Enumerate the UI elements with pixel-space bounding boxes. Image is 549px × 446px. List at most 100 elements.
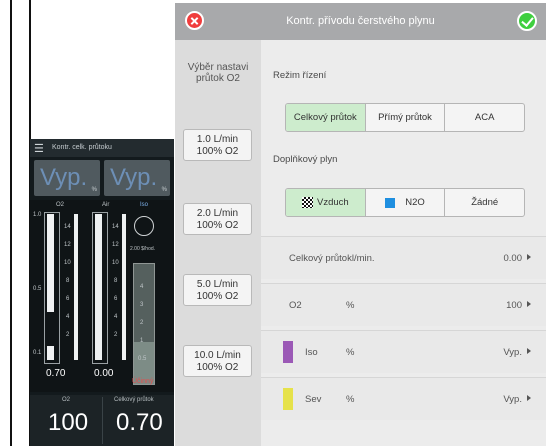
air-scale-track	[122, 214, 126, 360]
preset-panel-title-line: průtok O2	[196, 73, 240, 84]
gauge-label: 2.00 $/hod.	[130, 246, 156, 252]
agent-left-unit: %	[91, 187, 97, 193]
o2-flow-black	[47, 312, 54, 346]
menu-icon[interactable]: ☰	[34, 142, 44, 155]
control-mode-selector: Celkový průtok Přímý průtok ACA	[285, 103, 525, 132]
cost-gauge-icon	[134, 216, 154, 236]
o2-tick-12: 12	[64, 242, 71, 248]
agent-left-value: Vyp.	[40, 164, 88, 191]
gas-n2o-label: N2O	[405, 197, 425, 208]
mode-direct-flow[interactable]: Přímý průtok	[366, 104, 446, 131]
chevron-right-icon	[527, 301, 531, 307]
iso-color-swatch	[283, 341, 293, 363]
sev-color-swatch	[283, 388, 293, 410]
iso-status: Účinný	[132, 378, 154, 385]
preset-button-2[interactable]: 2.0 L/min 100% O2	[183, 203, 252, 235]
footer-o2-value: 100	[48, 409, 89, 436]
chevron-right-icon	[527, 348, 531, 354]
flowmeter-area: O2 Air Iso 1.0 0.5 0.1 14 12 10 8 6 4 2 …	[30, 200, 174, 392]
gas-air[interactable]: Vzduch	[286, 189, 366, 216]
iso-vaporizer-bar	[133, 263, 155, 385]
mode-aca[interactable]: ACA	[445, 104, 524, 131]
iso-tick-4: 4	[140, 284, 144, 290]
n2o-color-icon	[385, 197, 396, 208]
iso-row[interactable]: Iso % Vyp.	[261, 330, 546, 373]
air-pattern-icon	[301, 197, 313, 208]
fresh-gas-dialog: Kontr. přívodu čerstvého plynu Výběr nas…	[175, 3, 546, 446]
row-value: 100	[506, 300, 522, 311]
monitor-footer: O2 100 Celkový průtok 0.70	[30, 395, 174, 446]
air-tick-8: 8	[114, 278, 118, 284]
o2-row[interactable]: O2 % 100	[261, 283, 546, 326]
chevron-right-icon	[527, 254, 531, 260]
gas-n2o[interactable]: N2O	[366, 189, 446, 216]
preset-o2: 100% O2	[196, 362, 239, 373]
preset-button-1[interactable]: 1.0 L/min 100% O2	[183, 129, 252, 161]
row-unit: %	[346, 300, 355, 311]
o2-tick-6: 6	[66, 296, 70, 302]
row-value: Vyp.	[503, 394, 522, 405]
o2-scale-track	[74, 214, 78, 360]
row-unit: %	[346, 394, 355, 405]
scale-left-1: 1.0	[33, 212, 42, 218]
iso-label: Iso	[140, 202, 149, 208]
preset-panel: Výběr nastavi průtok O2 1.0 L/min 100% O2…	[175, 40, 261, 446]
preset-button-3[interactable]: 5.0 L/min 100% O2	[183, 274, 252, 306]
scale-left-05: 0.5	[33, 286, 42, 292]
preset-o2: 100% O2	[196, 291, 239, 302]
row-value: Vyp.	[503, 347, 522, 358]
row-label: O2	[289, 300, 302, 311]
confirm-icon[interactable]	[517, 11, 537, 31]
footer-divider	[102, 397, 103, 444]
sev-row[interactable]: Sev % Vyp.	[261, 377, 546, 420]
iso-tick-3: 3	[140, 302, 144, 308]
air-tick-10: 10	[112, 260, 119, 266]
preset-o2: 100% O2	[196, 146, 239, 157]
air-tick-14: 14	[112, 224, 119, 230]
total-flow-row[interactable]: Celkový průtokl/min. 0.00	[261, 236, 546, 279]
preset-flow: 5.0 L/min	[196, 279, 239, 290]
row-unit: %	[346, 347, 355, 358]
preset-button-4[interactable]: 10.0 L/min 100% O2	[183, 345, 252, 377]
o2-tick-2: 2	[66, 332, 70, 338]
preset-panel-title-line: Výběr nastavi	[187, 62, 249, 73]
footer-total-label: Celkový průtok	[114, 397, 154, 403]
o2-tick-4: 4	[66, 314, 70, 320]
dialog-title: Kontr. přívodu čerstvého plynu	[286, 15, 435, 27]
monitor-header: ☰ Kontr. celk. průtoku	[30, 139, 174, 157]
preset-panel-title: Výběr nastavi průtok O2	[175, 62, 261, 84]
preset-flow: 2.0 L/min	[196, 208, 239, 219]
o2-label: O2	[56, 202, 65, 208]
row-label: Iso	[305, 347, 318, 358]
dialog-header: Kontr. přívodu čerstvého plynu	[175, 3, 546, 40]
iso-tick-05: 0.5	[138, 356, 147, 362]
chevron-right-icon	[527, 395, 531, 401]
preset-flow: 1.0 L/min	[196, 134, 239, 145]
control-mode-label: Režim řízení	[273, 70, 327, 81]
agent-left-box[interactable]: Vyp. %	[34, 160, 100, 196]
air-tick-2: 2	[114, 332, 118, 338]
air-label: Air	[102, 202, 110, 208]
o2-tick-14: 14	[64, 224, 71, 230]
air-tick-6: 6	[114, 296, 118, 302]
row-label: Celkový průtokl/min.	[289, 253, 375, 264]
agent-right-box[interactable]: Vyp. %	[104, 160, 170, 196]
settings-panel: Režim řízení Celkový průtok Přímý průtok…	[261, 40, 546, 446]
gas-monitor-panel: ☰ Kontr. celk. průtoku Vyp. % Vyp. % O2 …	[30, 139, 174, 446]
agent-right-value: Vyp.	[110, 164, 158, 191]
iso-tick-2: 2	[140, 320, 144, 326]
gas-none[interactable]: Žádné	[445, 189, 524, 216]
footer-total-value: 0.70	[116, 409, 163, 436]
gas-air-label: Vzduch	[316, 197, 349, 208]
o2-tick-8: 8	[66, 278, 70, 284]
air-flow-track	[95, 214, 102, 360]
monitor-title: Kontr. celk. průtoku	[52, 144, 112, 151]
footer-o2-label: O2	[62, 397, 71, 403]
mode-total-flow[interactable]: Celkový průtok	[286, 104, 366, 131]
preset-flow: 10.0 L/min	[194, 350, 241, 361]
o2-flow-value: 0.70	[46, 368, 66, 379]
frame-border-left	[10, 0, 12, 446]
air-tick-12: 12	[112, 242, 119, 248]
air-flow-value: 0.00	[94, 368, 114, 379]
agent-right-unit: %	[161, 187, 167, 193]
